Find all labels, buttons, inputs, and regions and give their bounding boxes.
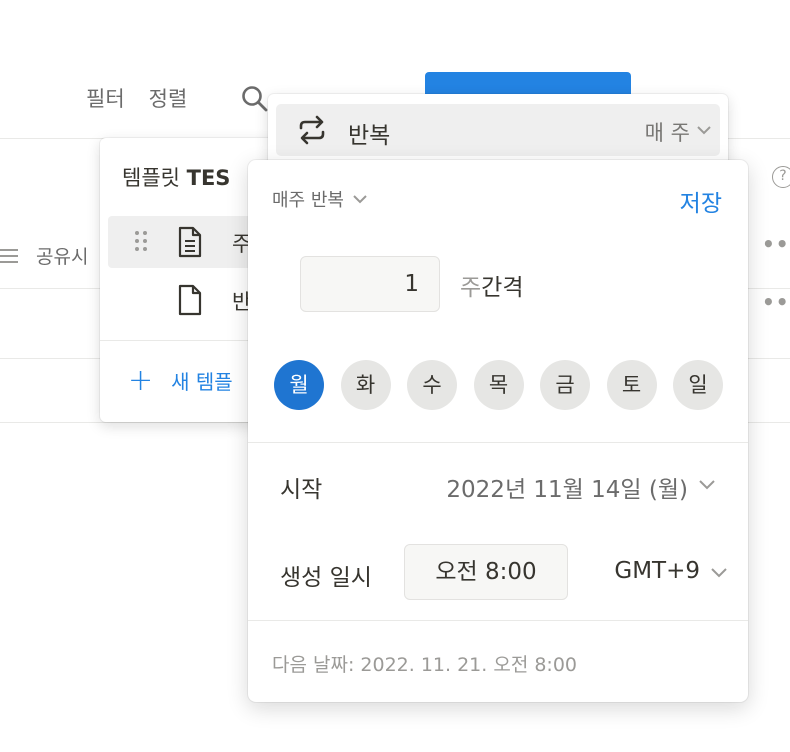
repeat-settings-popup: 매주 반복 저장 1 주간격 월 화 수 목 금 토 일 시작 2022년 11… xyxy=(248,160,748,702)
day-toggle-tue[interactable]: 화 xyxy=(340,360,391,410)
frequency-label: 매주 반복 xyxy=(272,190,344,211)
repeat-value: 매 주 xyxy=(644,121,690,145)
day-toggle-thu[interactable]: 목 xyxy=(473,360,524,410)
interval-unit-label: 주간격 xyxy=(460,275,524,301)
save-button[interactable]: 저장 xyxy=(680,184,722,218)
help-icon[interactable]: ? xyxy=(772,166,790,188)
start-label: 시작 xyxy=(280,477,323,503)
share-column-header[interactable]: 공유시 xyxy=(0,242,88,269)
timezone-dropdown[interactable]: GMT+9 xyxy=(614,558,700,584)
filter-button[interactable]: 필터 xyxy=(86,80,125,118)
page-icon xyxy=(178,284,202,316)
interval-input[interactable]: 1 xyxy=(300,256,440,312)
weekday-selector: 월 화 수 목 금 토 일 xyxy=(274,360,723,410)
day-toggle-sun[interactable]: 일 xyxy=(673,360,723,410)
share-column-label: 공유시 xyxy=(36,246,89,268)
time-input[interactable]: 오전 8:00 xyxy=(404,544,568,600)
day-toggle-mon[interactable]: 월 xyxy=(274,360,324,410)
list-icon xyxy=(0,248,18,263)
chevron-down-icon xyxy=(353,195,367,204)
new-template-label: 새 템플 xyxy=(171,370,233,394)
repeat-label: 반복 xyxy=(348,123,391,149)
start-date-dropdown[interactable]: 2022년 11월 14일 (월) xyxy=(446,470,688,504)
repeat-icon xyxy=(299,115,325,145)
divider xyxy=(248,442,748,443)
more-icon[interactable]: ••• xyxy=(762,290,790,314)
day-toggle-fri[interactable]: 금 xyxy=(540,360,590,410)
plus-icon: + xyxy=(128,362,154,398)
new-template-button[interactable]: + 새 템플 xyxy=(128,362,233,398)
chevron-down-icon xyxy=(699,480,715,490)
day-toggle-sat[interactable]: 토 xyxy=(606,360,657,410)
sort-button[interactable]: 정렬 xyxy=(149,80,188,118)
creation-time-label: 생성 일시 xyxy=(280,565,372,591)
drag-handle-icon[interactable] xyxy=(134,230,148,252)
next-date-text: 다음 날짜: 2022. 11. 21. 오전 8:00 xyxy=(272,654,578,676)
repeat-option[interactable]: 반복 매 주 xyxy=(276,104,720,156)
frequency-dropdown[interactable]: 매주 반복 xyxy=(272,186,368,212)
template-panel-title: 템플릿 TES xyxy=(122,166,231,190)
more-icon[interactable]: ••• xyxy=(762,232,790,256)
chevron-down-icon xyxy=(697,126,711,135)
day-toggle-wed[interactable]: 수 xyxy=(407,360,457,410)
chevron-down-icon xyxy=(711,568,727,578)
divider xyxy=(248,620,748,621)
document-icon xyxy=(178,226,202,258)
view-toolbar: 필터 정렬 xyxy=(86,80,211,118)
search-icon[interactable] xyxy=(240,84,270,114)
